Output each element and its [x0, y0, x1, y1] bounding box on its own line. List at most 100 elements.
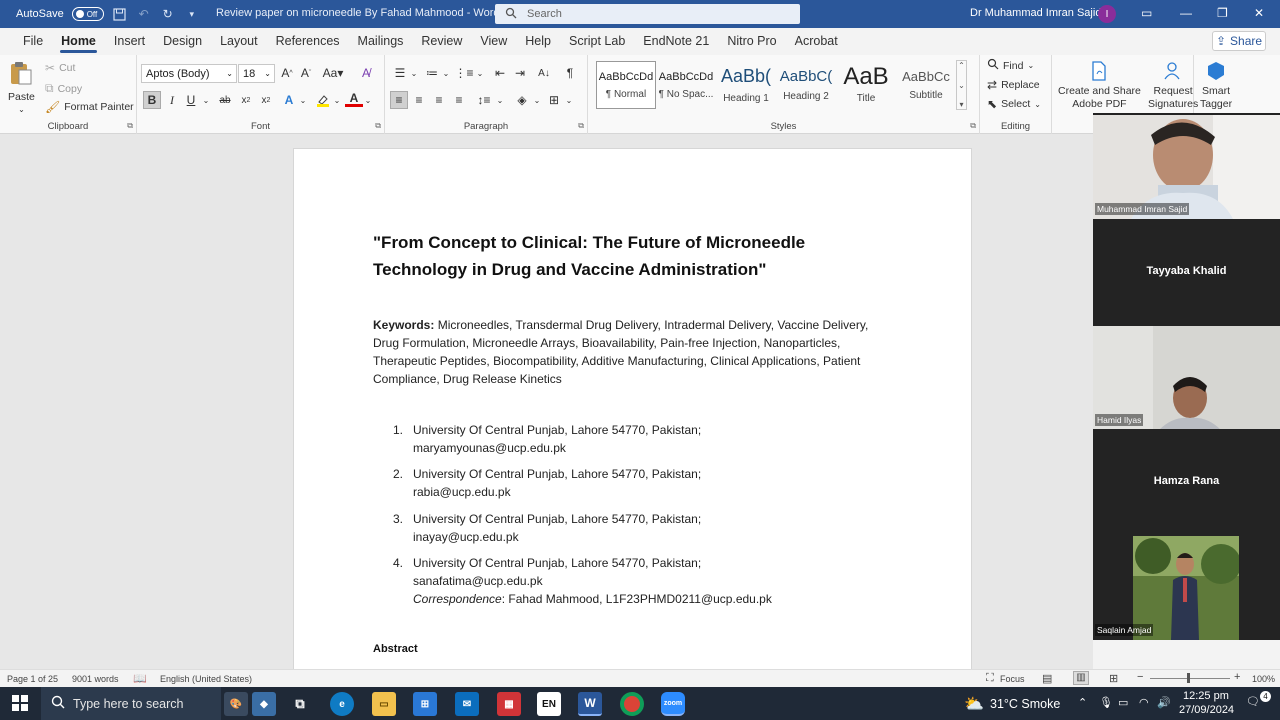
chevron-down-icon[interactable]: ⌄: [560, 91, 578, 109]
language-badge[interactable]: EN: [537, 692, 561, 716]
subscript-icon[interactable]: x2: [237, 91, 255, 109]
zoom-app-icon[interactable]: zoom: [661, 692, 685, 716]
participant-tile[interactable]: Saqlain Amjad: [1093, 534, 1280, 640]
chevron-down-icon[interactable]: ⌄: [405, 64, 423, 82]
wifi-icon[interactable]: ◠: [1139, 696, 1149, 709]
autosave-toggle[interactable]: Off: [71, 7, 104, 21]
tab-home[interactable]: Home: [52, 28, 105, 55]
change-case-icon[interactable]: Aa▾: [321, 64, 345, 82]
tab-view[interactable]: View: [471, 28, 516, 55]
minimize-icon[interactable]: —: [1180, 6, 1192, 20]
zoom-out-icon[interactable]: −: [1137, 671, 1143, 683]
customize-qat-icon[interactable]: ▾: [184, 6, 200, 22]
increase-indent-icon[interactable]: ⇥: [511, 64, 529, 82]
chevron-down-icon[interactable]: ⌄: [491, 91, 509, 109]
sort-icon[interactable]: A↓: [535, 64, 553, 82]
styles-gallery-scroll[interactable]: ⌃ ⌄ ▾: [956, 60, 967, 110]
grow-font-icon[interactable]: A ^: [278, 64, 296, 82]
tab-mailings[interactable]: Mailings: [349, 28, 413, 55]
align-left-icon[interactable]: ≡: [390, 91, 408, 109]
zoom-slider[interactable]: [1150, 678, 1230, 679]
dialog-launcher-icon[interactable]: ⧉: [127, 121, 133, 131]
zoom-slider-thumb[interactable]: [1187, 673, 1190, 683]
select-button[interactable]: ⬉ Select ⌄: [987, 97, 1041, 111]
page-count[interactable]: Page 1 of 25: [7, 674, 58, 684]
copilot-icon[interactable]: ◆: [252, 692, 276, 716]
chevron-up-icon[interactable]: ⌃: [1078, 696, 1087, 709]
style-title[interactable]: AaB Title: [836, 61, 896, 109]
weather-icon[interactable]: ⛅: [962, 692, 986, 716]
italic-icon[interactable]: I: [163, 91, 181, 109]
microphone-icon[interactable]: 🎙: [1099, 696, 1113, 709]
align-center-icon[interactable]: ≡: [410, 91, 428, 109]
participant-tile[interactable]: Muhammad Imran Sajid: [1093, 113, 1280, 219]
superscript-icon[interactable]: x2: [257, 91, 275, 109]
participant-tile[interactable]: Tayyaba Khalid: [1093, 219, 1280, 323]
replace-button[interactable]: ⇄ Replace: [987, 78, 1040, 92]
clock-time[interactable]: 12:25 pm: [1183, 690, 1229, 702]
tab-help[interactable]: Help: [516, 28, 560, 55]
show-formatting-icon[interactable]: ¶: [561, 64, 579, 82]
paste-button[interactable]: Paste ⌄: [8, 60, 35, 114]
tab-insert[interactable]: Insert: [105, 28, 154, 55]
ribbon-display-icon[interactable]: ▭: [1141, 6, 1152, 20]
widget-icon[interactable]: 🎨: [224, 692, 248, 716]
participant-tile[interactable]: Hamza Rana: [1093, 429, 1280, 533]
weather-text[interactable]: 31°C Smoke: [990, 697, 1060, 711]
tab-layout[interactable]: Layout: [211, 28, 267, 55]
style-no-spacing[interactable]: AaBbCcDd ¶ No Spac...: [656, 61, 716, 109]
mail-icon[interactable]: ✉: [455, 692, 479, 716]
copy-button[interactable]: ⧉ Copy: [45, 81, 82, 96]
strikethrough-icon[interactable]: ab: [216, 91, 234, 109]
store-icon[interactable]: ⊞: [413, 692, 437, 716]
participant-tile[interactable]: Hamid Ilyas: [1093, 324, 1280, 430]
cut-button[interactable]: ✂ Cut: [45, 61, 75, 75]
proofing-icon[interactable]: 📖: [133, 672, 147, 685]
tab-references[interactable]: References: [267, 28, 349, 55]
chevron-down-icon[interactable]: ⌄: [471, 64, 489, 82]
dialog-launcher-icon[interactable]: ⧉: [578, 121, 584, 131]
style-subtitle[interactable]: AaBbCc Subtitle: [896, 61, 956, 109]
keywords-paragraph[interactable]: Keywords: Microneedles, Transdermal Drug…: [373, 316, 893, 388]
tab-review[interactable]: Review: [412, 28, 471, 55]
zoom-in-icon[interactable]: +: [1234, 671, 1240, 683]
chevron-down-icon[interactable]: ⌄: [294, 91, 312, 109]
justify-icon[interactable]: ≡: [450, 91, 468, 109]
tab-design[interactable]: Design: [154, 28, 211, 55]
shrink-font-icon[interactable]: Aˇ: [297, 64, 315, 82]
bold-icon[interactable]: B: [143, 91, 161, 109]
find-button[interactable]: Find ⌄: [987, 58, 1034, 73]
close-icon[interactable]: ✕: [1254, 6, 1264, 20]
align-right-icon[interactable]: ≡: [430, 91, 448, 109]
office-app-icon[interactable]: ▦: [497, 692, 521, 716]
tab-nitro-pro[interactable]: Nitro Pro: [718, 28, 785, 55]
undo-icon[interactable]: ↶: [136, 6, 152, 22]
tab-endnote[interactable]: EndNote 21: [634, 28, 718, 55]
document-canvas[interactable]: "From Concept to Clinical: The Future of…: [0, 134, 1093, 669]
chevron-down-icon[interactable]: ⌄: [437, 64, 455, 82]
avatar[interactable]: I: [1098, 5, 1116, 23]
user-name[interactable]: Dr Muhammad Imran Sajid: [970, 7, 1101, 19]
style-heading-2[interactable]: AaBbC( Heading 2: [776, 61, 836, 109]
tab-script-lab[interactable]: Script Lab: [560, 28, 634, 55]
focus-label[interactable]: Focus: [1000, 674, 1025, 684]
read-mode-icon[interactable]: ▤: [1042, 672, 1052, 685]
chevron-down-icon[interactable]: ⌄: [328, 91, 346, 109]
word-taskbar-icon[interactable]: W: [578, 692, 602, 716]
tab-acrobat[interactable]: Acrobat: [786, 28, 847, 55]
dialog-launcher-icon[interactable]: ⧉: [970, 121, 976, 131]
volume-icon[interactable]: 🔊: [1157, 696, 1171, 709]
chevron-down-icon[interactable]: ⌄: [528, 91, 546, 109]
document-title-heading[interactable]: "From Concept to Clinical: The Future of…: [373, 229, 853, 283]
edge-icon[interactable]: e: [330, 692, 354, 716]
save-icon[interactable]: [112, 6, 128, 22]
share-button[interactable]: ⇪ Share: [1212, 31, 1266, 51]
smart-tagger-button[interactable]: Smart Tagger: [1200, 61, 1232, 111]
chevron-down-icon[interactable]: ⌄: [197, 91, 215, 109]
style-normal[interactable]: AaBbCcDd ¶ Normal: [596, 61, 656, 109]
print-layout-icon[interactable]: ▥: [1073, 671, 1089, 685]
search-box[interactable]: Search: [495, 4, 800, 24]
clock-date[interactable]: 27/09/2024: [1179, 704, 1234, 716]
abstract-heading[interactable]: Abstract: [373, 643, 418, 655]
style-heading-1[interactable]: AaBb( Heading 1: [716, 61, 776, 109]
